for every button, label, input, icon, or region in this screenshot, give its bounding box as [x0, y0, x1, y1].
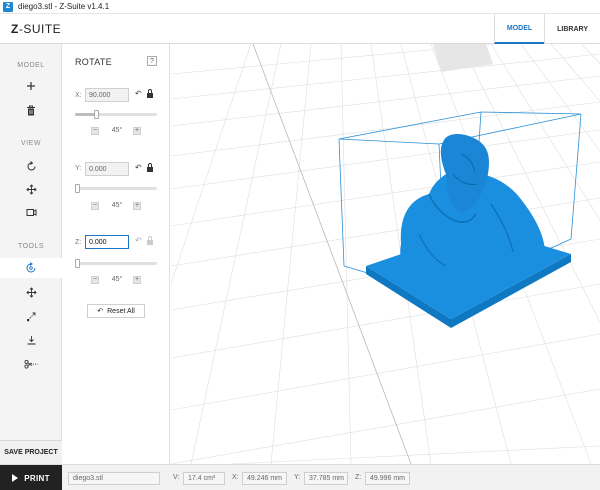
tab-library[interactable]: LIBRARY — [544, 14, 600, 44]
x-size-value: 49.246 mm — [242, 472, 287, 485]
save-project-button[interactable]: SAVE PROJECT — [0, 440, 62, 464]
y-size-value: 37.785 mm — [304, 472, 348, 485]
app-header: Z-SUITE MODEL LIBRARY — [0, 14, 600, 44]
x-step-value: 45° — [111, 127, 123, 134]
scale-icon — [26, 312, 35, 321]
app-icon: Z — [3, 1, 13, 12]
print-button[interactable]: PRINT — [0, 465, 62, 490]
y-axis-label: Y: — [75, 165, 82, 172]
tool-cut-button[interactable] — [0, 354, 62, 374]
tool-place-button[interactable] — [0, 330, 62, 350]
pan-icon — [25, 183, 37, 195]
plus-icon — [27, 82, 35, 90]
x-lock-icon[interactable] — [147, 89, 153, 99]
view-camera-button[interactable] — [0, 202, 62, 222]
add-model-button[interactable] — [0, 76, 62, 96]
drop-to-bed-icon — [27, 335, 35, 345]
trash-icon — [27, 105, 35, 115]
window-titlebar: Z diego3.stl - Z-Suite v1.4.1 — [0, 0, 600, 14]
window-title: diego3.stl - Z-Suite v1.4.1 — [18, 2, 110, 11]
scene-svg — [171, 44, 600, 464]
reset-all-label: Reset All — [107, 307, 135, 315]
panel-title: ROTATE — [75, 57, 112, 67]
reset-all-button[interactable]: ↶ Reset All — [87, 304, 145, 318]
x-size-label: X: — [232, 474, 239, 481]
y-decrement-button[interactable]: − — [91, 202, 99, 210]
z-rotation-slider[interactable] — [75, 259, 157, 268]
main-tabs: MODEL LIBRARY — [493, 14, 600, 44]
x-undo-icon[interactable]: ↶ — [135, 89, 142, 98]
left-sidebar: MODEL VIEW TOOLS SAVE PROJECT — [0, 44, 62, 464]
y-rotation-slider[interactable] — [75, 184, 157, 193]
help-button[interactable]: ? — [147, 56, 157, 66]
section-title-model: MODEL — [17, 62, 45, 69]
x-axis-label: X: — [75, 92, 82, 99]
y-rotation-input[interactable]: 0.000 — [85, 162, 129, 176]
camera-icon — [26, 208, 36, 216]
x-rotation-slider[interactable] — [75, 110, 157, 119]
y-increment-button[interactable]: + — [133, 202, 141, 210]
x-rotation-input[interactable]: 90.000 — [85, 88, 129, 102]
bottom-bar: PRINT diego3.stl V: 17.4 cm³ X: 49.246 m… — [0, 464, 600, 490]
delete-model-button[interactable] — [0, 100, 62, 120]
volume-value: 17.4 cm³ — [183, 472, 225, 485]
z-step-value: 45° — [111, 276, 123, 283]
rotate-panel: ROTATE ? X: 90.000 ↶ − 45° + Y: 0.000 ↶ … — [62, 44, 170, 464]
x-decrement-button[interactable]: − — [91, 127, 99, 135]
view-pan-button[interactable] — [0, 179, 62, 199]
rotate-tool-icon — [26, 262, 36, 273]
brand-rest: -SUITE — [18, 22, 62, 36]
z-axis-label: Z: — [75, 239, 82, 246]
section-title-view: VIEW — [21, 140, 41, 147]
tool-move-button[interactable] — [0, 282, 62, 302]
move-icon — [25, 286, 37, 298]
z-rotation-input[interactable]: 0.000 — [85, 235, 129, 249]
orbit-icon — [27, 160, 35, 170]
x-increment-button[interactable]: + — [133, 127, 141, 135]
z-increment-button[interactable]: + — [133, 276, 141, 284]
tool-rotate-button[interactable] — [0, 258, 62, 278]
y-step-value: 45° — [111, 202, 123, 209]
y-lock-icon[interactable] — [147, 163, 153, 173]
bed-origin-tile — [433, 44, 493, 72]
view-rotate-button[interactable] — [0, 156, 62, 176]
reset-icon: ↶ — [97, 308, 104, 315]
tool-scale-button[interactable] — [0, 306, 62, 326]
z-lock-icon[interactable] — [147, 236, 153, 246]
section-title-tools: TOOLS — [17, 243, 45, 250]
z-decrement-button[interactable]: − — [91, 276, 99, 284]
scissors-icon — [24, 359, 38, 369]
filename-field: diego3.stl — [68, 472, 160, 485]
z-size-label: Z: — [355, 474, 362, 481]
z-undo-icon[interactable]: ↶ — [135, 236, 142, 245]
tab-model[interactable]: MODEL — [493, 14, 545, 44]
print-label: PRINT — [24, 473, 50, 483]
z-size-value: 49.996 mm — [365, 472, 410, 485]
brand-bold: Z — [11, 22, 19, 36]
y-undo-icon[interactable]: ↶ — [135, 163, 142, 172]
play-icon — [12, 474, 19, 482]
y-size-label: Y: — [294, 474, 301, 481]
volume-label: V: — [173, 474, 180, 481]
3d-viewport[interactable] — [171, 44, 600, 464]
brand-logo: Z-SUITE — [11, 22, 61, 36]
